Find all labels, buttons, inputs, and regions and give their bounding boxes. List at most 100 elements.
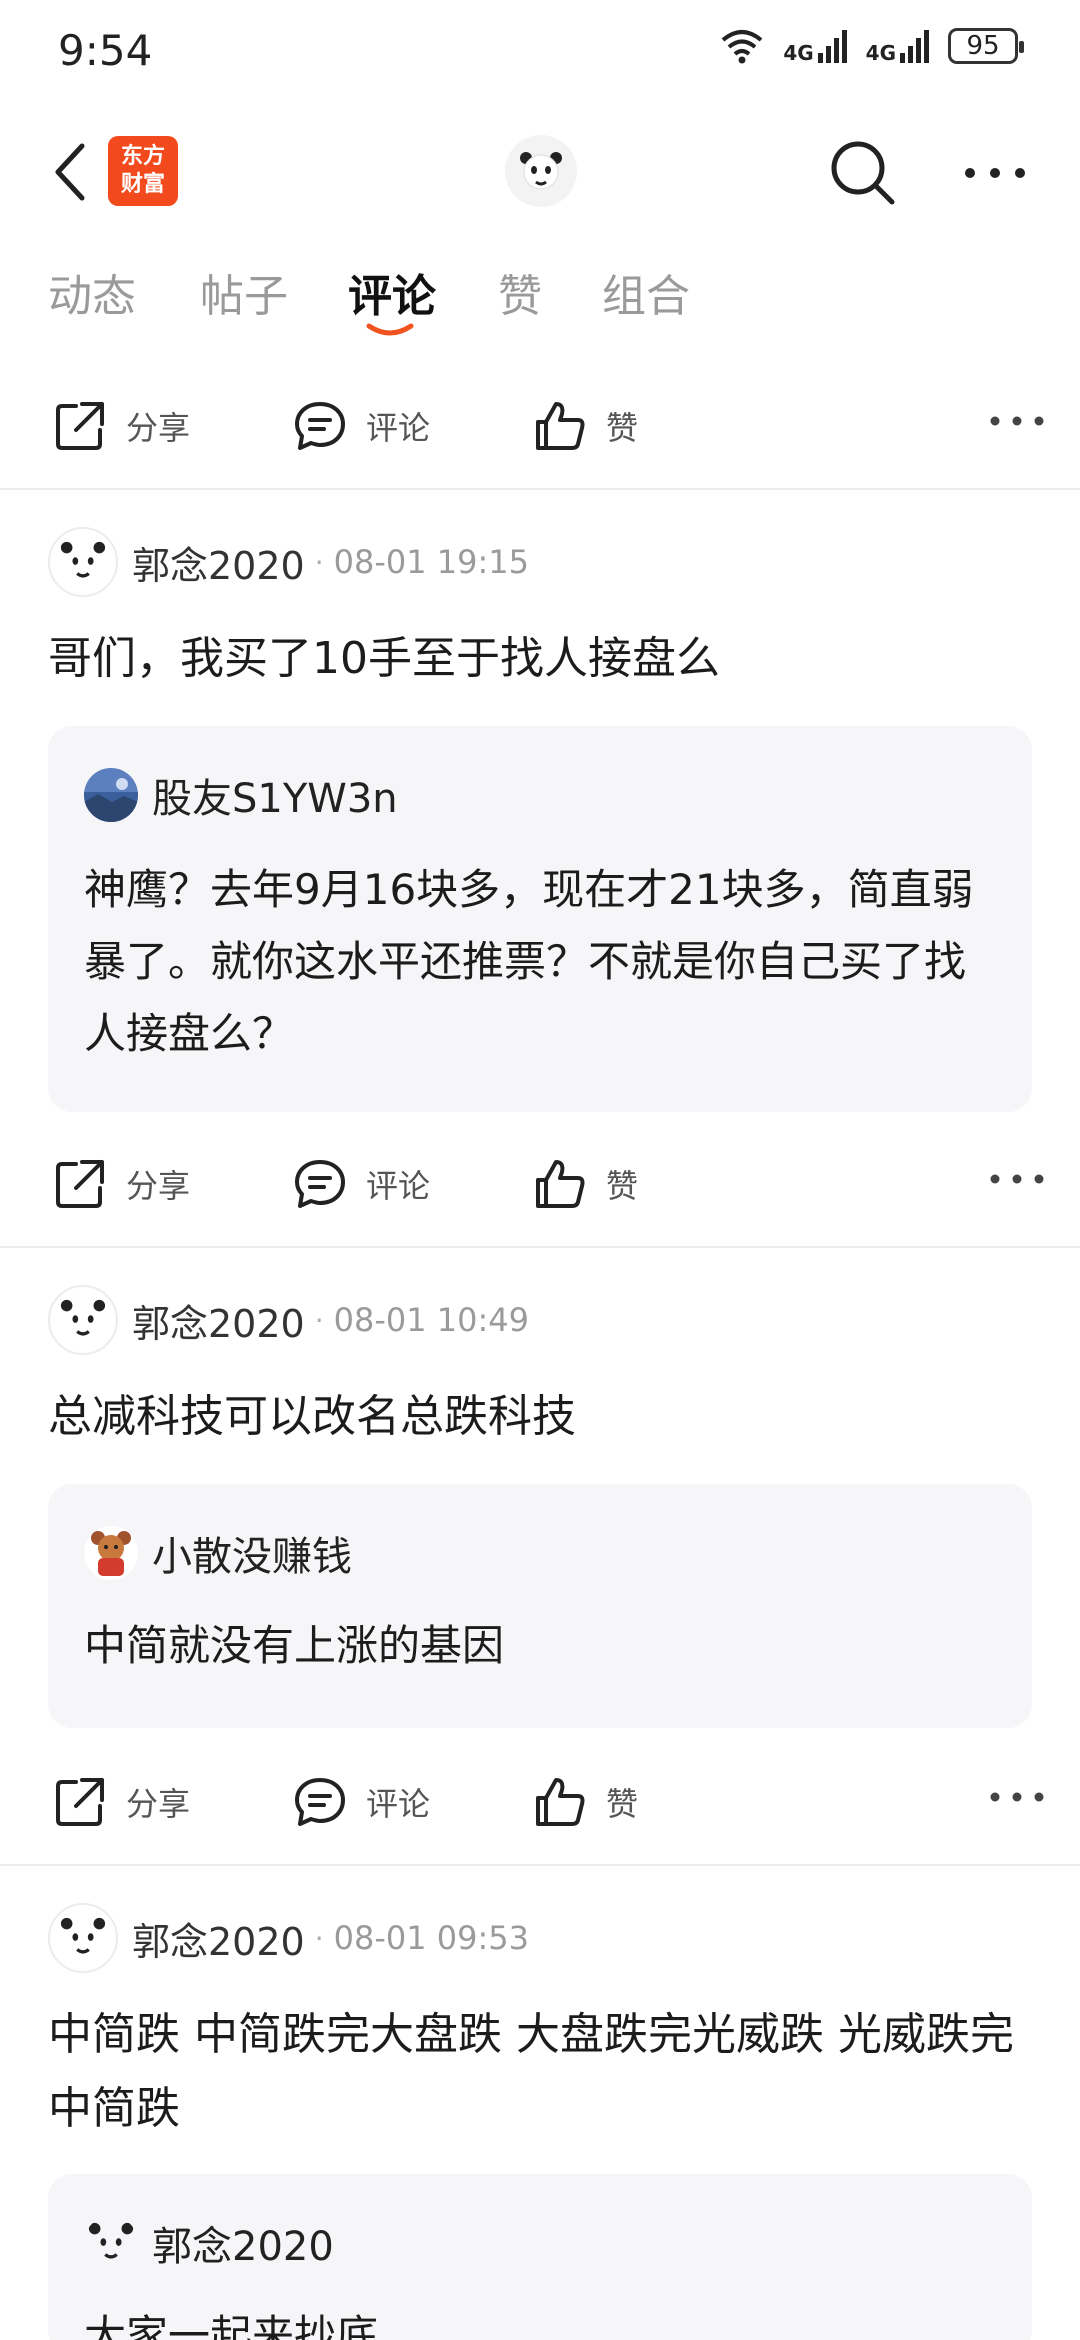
profile-avatar[interactable] xyxy=(505,135,577,207)
divider xyxy=(0,1864,1080,1866)
comment-button[interactable]: 评论 xyxy=(292,398,430,454)
share-button[interactable]: 分享 xyxy=(52,1774,190,1830)
share-label: 分享 xyxy=(126,1167,191,1205)
comment-button[interactable]: 评论 xyxy=(292,1774,430,1830)
comment-text: 总减科技可以改名总跌科技 xyxy=(48,1391,576,1442)
status-icons: 4G 4G 95 xyxy=(719,28,1024,64)
landscape-avatar-icon xyxy=(84,768,138,822)
post-meta: 郭念2020 · 08-01 10:49 xyxy=(48,1284,529,1356)
thumbs-up-icon xyxy=(536,1160,585,1208)
divider xyxy=(0,1246,1080,1248)
more-options-button[interactable] xyxy=(960,148,1030,198)
like-button[interactable]: 赞 xyxy=(532,1774,638,1830)
like-label: 赞 xyxy=(606,409,639,447)
user-avatar[interactable] xyxy=(48,1903,118,1973)
action-bar: 分享 评论 赞 xyxy=(0,1136,1080,1226)
comment-text: 中简跌 中简跌完大盘跌 大盘跌完光威跌 光威跌完中简跌 xyxy=(48,2009,1014,2134)
author-name[interactable]: 郭念2020 xyxy=(132,535,305,590)
logo-text-line1: 东方 xyxy=(120,144,165,169)
like-button[interactable]: 赞 xyxy=(532,1156,638,1212)
quoted-post[interactable]: 郭念2020 大家一起来抄底 xyxy=(48,2174,1032,2340)
quoted-author-name[interactable]: 股友S1YW3n xyxy=(152,766,398,824)
comment-icon xyxy=(295,1160,345,1208)
like-button[interactable]: 赞 xyxy=(532,398,638,454)
separator-dot: · xyxy=(314,1303,324,1337)
quote-header: 小散没赚钱 xyxy=(84,1524,352,1582)
share-label: 分享 xyxy=(126,409,191,447)
share-button[interactable]: 分享 xyxy=(52,398,190,454)
logo-text-line2: 财富 xyxy=(120,172,165,197)
user-avatar[interactable] xyxy=(48,1285,118,1355)
comment-label: 评论 xyxy=(366,1167,431,1205)
network-type-2: 4G xyxy=(865,41,896,65)
more-dots-icon[interactable] xyxy=(990,1782,1044,1812)
panda-avatar-icon xyxy=(60,1299,106,1336)
tab-bar: 动态 帖子 评论 赞 组合 xyxy=(0,260,1080,350)
tab-portfolio[interactable]: 组合 xyxy=(602,260,690,324)
author-name[interactable]: 郭念2020 xyxy=(132,1293,305,1348)
thumbs-up-icon xyxy=(536,402,585,450)
comment-icon xyxy=(295,1778,345,1826)
quote-header: 股友S1YW3n xyxy=(84,766,398,824)
post-time: 08-01 10:49 xyxy=(333,1301,529,1339)
comment-text: 哥们，我买了10手至于找人接盘么 xyxy=(48,633,720,684)
quoted-text: 中简就没有上涨的基因 xyxy=(84,1621,505,1670)
quoted-text: 大家一起来抄底 xyxy=(84,2311,379,2340)
action-bar: 分享 评论 赞 xyxy=(0,1754,1080,1844)
quoted-post[interactable]: 股友S1YW3n 神鹰？去年9月16块多，现在才21块多，简直弱暴了。就你这水平… xyxy=(48,726,1032,1112)
post-time: 08-01 09:53 xyxy=(333,1919,529,1957)
quoted-post[interactable]: 小散没赚钱 中简就没有上涨的基因 xyxy=(48,1484,1032,1728)
tab-activity[interactable]: 动态 xyxy=(48,260,136,324)
panda-avatar-icon xyxy=(520,152,562,190)
more-dots-icon[interactable] xyxy=(990,406,1044,436)
share-button[interactable]: 分享 xyxy=(52,1156,190,1212)
quoted-user-avatar[interactable] xyxy=(84,768,138,822)
chevron-left-icon xyxy=(55,143,85,201)
signal-1: 4G xyxy=(783,29,847,63)
tab-likes[interactable]: 赞 xyxy=(498,260,542,324)
comment-label: 评论 xyxy=(366,409,431,447)
panda-avatar-icon xyxy=(60,541,106,578)
quoted-user-avatar[interactable] xyxy=(84,2216,138,2270)
signal-2: 4G xyxy=(866,29,930,63)
app-logo[interactable]: 东方 财富 xyxy=(108,136,178,206)
comment-icon xyxy=(295,402,345,450)
share-icon xyxy=(56,1160,104,1208)
quoted-author-name[interactable]: 小散没赚钱 xyxy=(152,1524,352,1582)
separator-dot: · xyxy=(314,545,324,579)
comment-label: 评论 xyxy=(366,1785,431,1823)
signal-icon xyxy=(900,30,929,63)
more-dots-icon xyxy=(965,168,1025,178)
network-type-1: 4G xyxy=(783,41,814,65)
divider xyxy=(0,488,1080,490)
like-label: 赞 xyxy=(606,1785,639,1823)
quoted-user-avatar[interactable] xyxy=(84,1526,138,1580)
status-bar: 9:54 4G 4G 95 xyxy=(0,0,1080,110)
quoted-text: 神鹰？去年9月16块多，现在才21块多，简直弱暴了。就你这水平还推票？不就是你自… xyxy=(84,865,974,1058)
more-dots-icon[interactable] xyxy=(990,1164,1044,1194)
quote-header: 郭念2020 xyxy=(84,2214,334,2272)
wifi-icon xyxy=(722,30,763,64)
separator-dot: · xyxy=(314,1921,324,1955)
search-button[interactable] xyxy=(828,138,898,208)
quoted-author-name[interactable]: 郭念2020 xyxy=(152,2214,334,2272)
author-name[interactable]: 郭念2020 xyxy=(132,1911,305,1966)
comment-button[interactable]: 评论 xyxy=(292,1156,430,1212)
action-bar: 分享 评论 赞 xyxy=(0,378,1080,468)
share-label: 分享 xyxy=(126,1785,191,1823)
signal-icon xyxy=(817,30,847,63)
mascot-avatar-icon xyxy=(84,1526,138,1580)
post-time: 08-01 19:15 xyxy=(333,543,529,581)
header: 东方 财富 xyxy=(0,120,1080,230)
tab-posts[interactable]: 帖子 xyxy=(200,260,288,324)
tab-comments[interactable]: 评论 xyxy=(348,260,436,324)
user-avatar[interactable] xyxy=(48,527,118,597)
status-time: 9:54 xyxy=(58,26,153,75)
post-meta: 郭念2020 · 08-01 19:15 xyxy=(48,526,529,598)
panda-avatar-icon xyxy=(60,1917,106,1954)
back-button[interactable] xyxy=(40,142,100,202)
tab-active-indicator xyxy=(366,323,414,336)
panda-avatar-icon xyxy=(88,2222,134,2259)
search-icon xyxy=(831,141,895,205)
share-icon xyxy=(56,402,104,450)
